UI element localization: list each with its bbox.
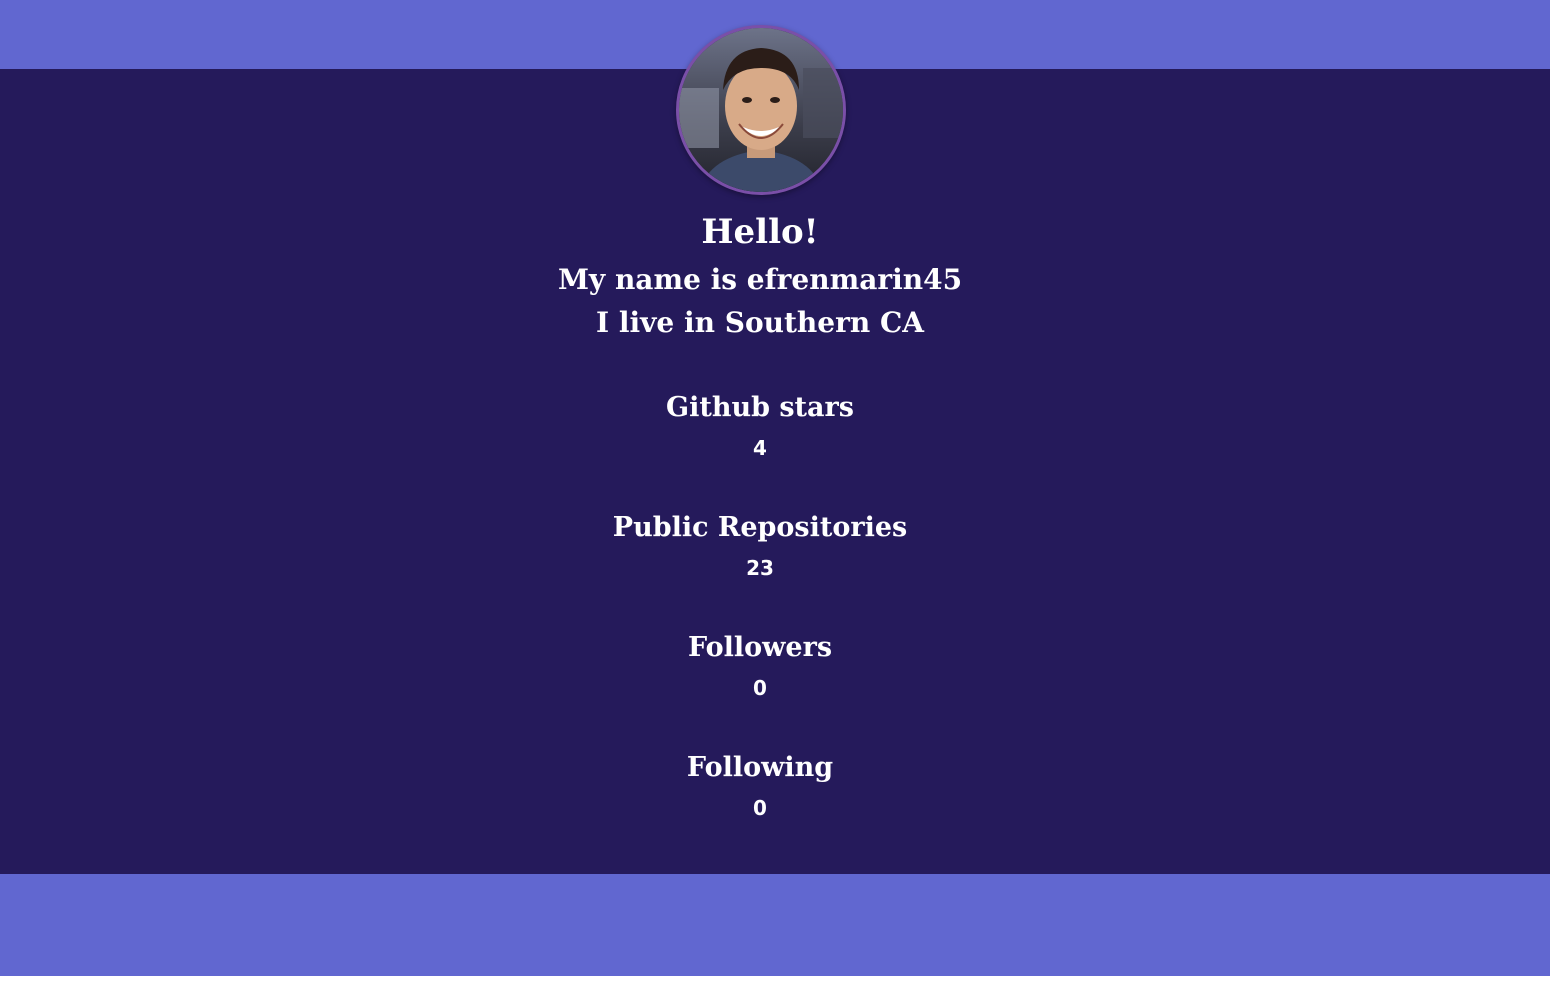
stat-value-public-repositories: 23 bbox=[746, 556, 774, 580]
profile-page: Hello! My name is efrenmarin45 I live in… bbox=[0, 0, 1550, 988]
greeting-heading: Hello! bbox=[701, 212, 819, 252]
bottom-banner bbox=[0, 874, 1550, 976]
stat-value-github-stars: 4 bbox=[753, 436, 767, 460]
stat-label-github-stars: Github stars bbox=[666, 392, 854, 423]
stat-label-followers: Followers bbox=[687, 632, 833, 663]
location-line: I live in Southern CA bbox=[596, 306, 924, 339]
name-line: My name is efrenmarin45 bbox=[557, 263, 963, 296]
stat-label-following: Following bbox=[686, 752, 834, 783]
stat-label-public-repositories: Public Repositories bbox=[612, 512, 908, 543]
avatar bbox=[676, 25, 846, 195]
stat-value-followers: 0 bbox=[753, 676, 767, 700]
stat-value-following: 0 bbox=[753, 796, 767, 820]
user-photo-icon bbox=[679, 28, 843, 192]
